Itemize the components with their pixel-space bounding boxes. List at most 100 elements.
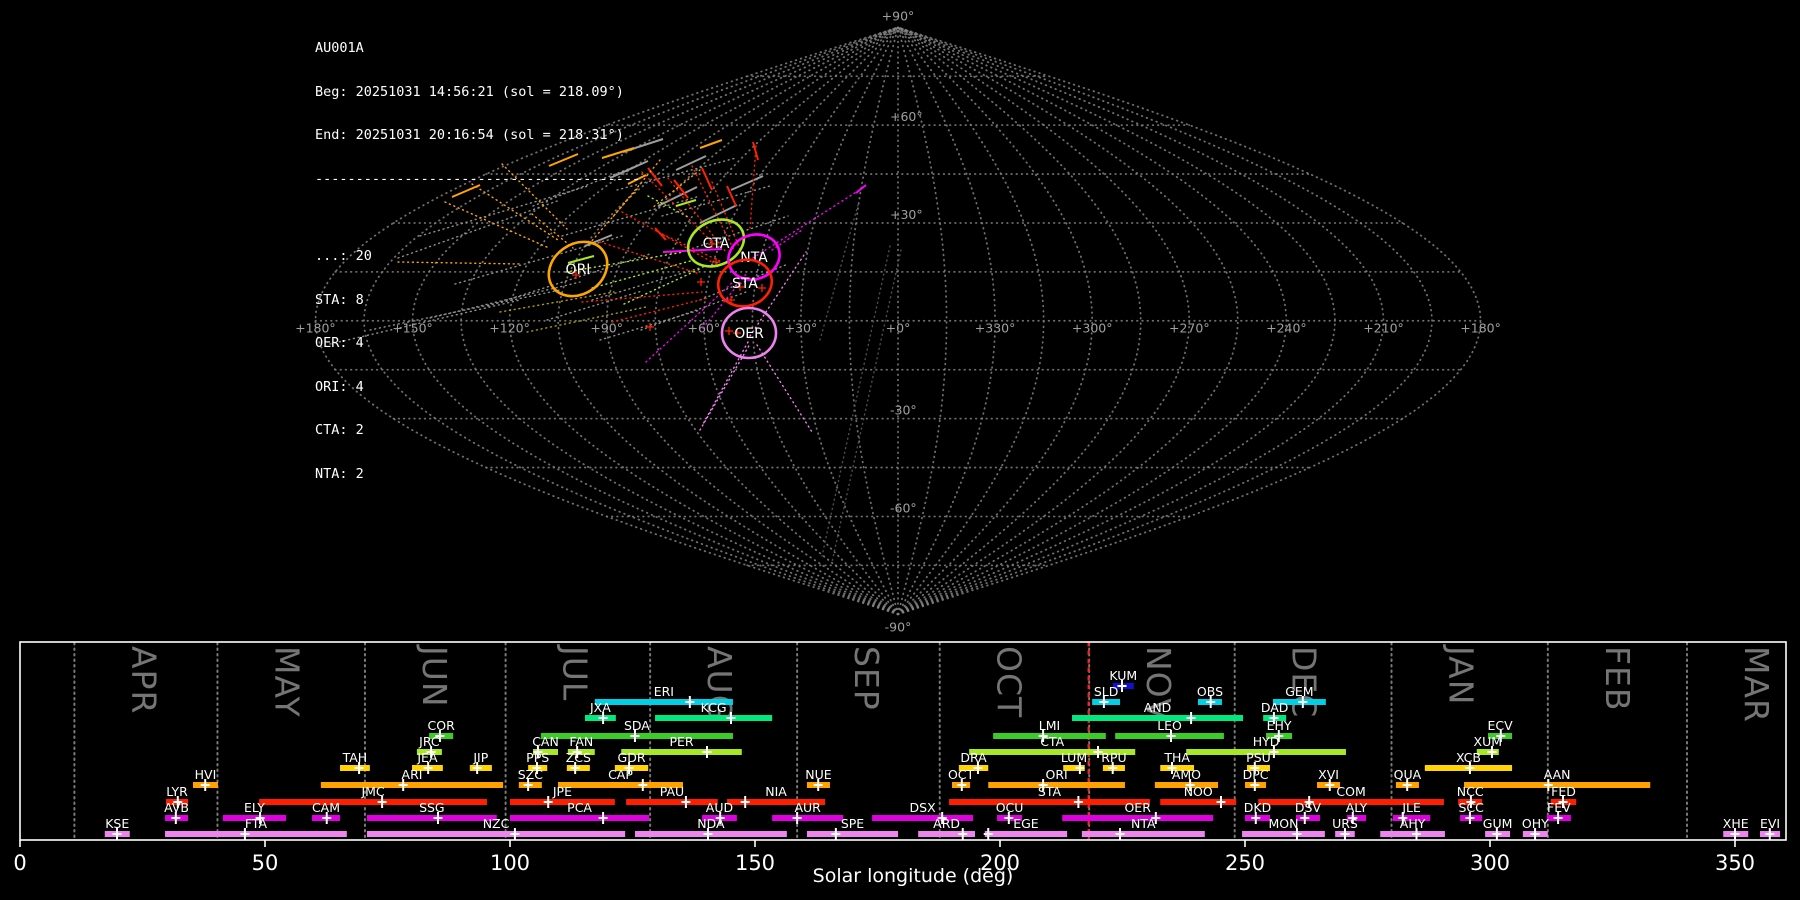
shower-label-FAN: FAN <box>569 734 593 749</box>
shower-bar-PAU <box>626 799 718 805</box>
shower-label-PCA: PCA <box>567 800 592 815</box>
meteor-trail <box>821 245 891 557</box>
shower-label-LEO: LEO <box>1157 718 1182 733</box>
shower-label-THA: THA <box>1163 750 1190 765</box>
shower-label-XVI: XVI <box>1318 767 1339 782</box>
shower-label-CAN: CAN <box>532 734 559 749</box>
shower-label-OCU: OCU <box>996 800 1024 815</box>
shower-label-AUD: AUD <box>706 800 733 815</box>
station-id: AU001A <box>315 40 364 56</box>
shower-label-EVI: EVI <box>1760 816 1780 831</box>
shower-label-XCB: XCB <box>1456 750 1481 765</box>
shower-label-FED: FED <box>1551 784 1576 799</box>
shower-label-PSU: PSU <box>1246 750 1271 765</box>
shower-label-KUM: KUM <box>1109 668 1137 683</box>
shower-label-KCG: KCG <box>701 700 727 715</box>
shower-bar-MON <box>1242 831 1325 837</box>
shower-label-GEM: GEM <box>1285 684 1313 699</box>
shower-bar-SPE <box>806 831 899 837</box>
shower-label-JLE: JLE <box>1401 800 1421 815</box>
shower-label-GUM: GUM <box>1483 816 1513 831</box>
meteor-trail <box>730 175 764 191</box>
shower-label-PAU: PAU <box>660 784 684 799</box>
shower-bar-JMC <box>259 799 487 805</box>
shower-label-OCT: OCT <box>948 767 975 782</box>
shower-label-JEA: JEA <box>416 750 438 765</box>
peak-marker-JPE <box>543 796 553 808</box>
shower-label-DPC: DPC <box>1243 767 1269 782</box>
meteor-trail <box>855 184 867 194</box>
shower-label-OHY: OHY <box>1522 816 1549 831</box>
shower-label-QUA: QUA <box>1394 767 1422 782</box>
shower-label-DRA: DRA <box>960 750 987 765</box>
screenshot-root: +180° +150° +120° +90° +60° +30° +0° +330° +300°… <box>0 0 1800 900</box>
x-tick-label-300: 300 <box>1470 851 1510 875</box>
longitude-label: +0° <box>886 320 911 335</box>
shower-label-SLD: SLD <box>1094 684 1119 699</box>
shower-label-CTA: CTA <box>1040 734 1064 749</box>
shower-label-FEV: FEV <box>1547 800 1571 815</box>
shower-label-COR: COR <box>428 718 456 733</box>
shower-label-ARI: ARI <box>402 767 423 782</box>
count-cta: CTA: 2 <box>315 422 364 438</box>
peak-marker-ERI <box>685 696 695 708</box>
radiant-plus-marker <box>725 327 733 335</box>
shower-bar-FTA <box>165 831 347 837</box>
latitude-label: -90° <box>885 619 912 634</box>
radiant-plus-marker <box>697 278 705 286</box>
shower-bar-NZC <box>366 831 626 837</box>
shower-label-CAP: CAP <box>608 767 633 782</box>
latitude-label: +30° <box>890 207 923 222</box>
meteor-trail <box>699 139 723 149</box>
month-label-JAN: JAN <box>1442 644 1481 705</box>
shower-label-COM: COM <box>1336 784 1365 799</box>
shower-ellipse-label-STA: STA <box>732 276 758 292</box>
shower-label-JRC: JRC <box>418 734 440 749</box>
shower-bar-SSG <box>366 815 497 821</box>
shower-label-NOO: NOO <box>1184 784 1213 799</box>
shower-label-PPS: PPS <box>526 750 549 765</box>
shower-label-AND: AND <box>1144 700 1172 715</box>
count-sta: STA: 8 <box>315 291 364 308</box>
begin-time-line: Beg: 20251031 14:56:21 (sol = 218.09°) <box>315 83 624 100</box>
shower-label-HYD: HYD <box>1253 734 1280 749</box>
shower-label-NZC: NZC <box>483 816 510 831</box>
longitude-label: +300° <box>1072 320 1113 335</box>
meteor-trail <box>701 167 713 191</box>
latitude-label: -30° <box>890 403 917 418</box>
shower-label-MON: MON <box>1268 816 1298 831</box>
shower-label-PER: PER <box>669 734 693 749</box>
shower-bar-PCA <box>510 815 650 821</box>
x-axis-label: Solar longitude (deg) <box>813 865 1014 887</box>
radiant-plus-marker <box>646 323 654 331</box>
x-tick-label-0: 0 <box>13 851 26 875</box>
shower-bar-KCG <box>655 715 773 721</box>
shower-bar-JPE <box>510 799 615 805</box>
plot-canvas: +180° +150° +120° +90° +60° +30° +0° +330° +300°… <box>13 8 1787 887</box>
shower-label-OER: OER <box>1124 800 1151 815</box>
shower-label-RPU: RPU <box>1101 750 1126 765</box>
latitude-label: -60° <box>890 500 917 515</box>
shower-label-XUM: XUM <box>1474 734 1503 749</box>
shower-label-EGE: EGE <box>1013 816 1039 831</box>
shower-label-SSG: SSG <box>419 800 445 815</box>
peak-marker-PER <box>702 746 712 758</box>
x-tick-label-150: 150 <box>735 851 775 875</box>
count-sporadic: ...: 20 <box>315 248 372 264</box>
peak-marker-AND <box>1186 712 1196 724</box>
peak-marker-STA <box>1073 796 1083 808</box>
count-oer: OER: 4 <box>315 335 364 351</box>
shower-label-JMC: JMC <box>360 784 384 799</box>
shower-label-XHE: XHE <box>1723 816 1749 831</box>
month-label-JUN: JUN <box>415 644 454 708</box>
shower-label-STA: STA <box>1038 784 1062 799</box>
shower-label-HVI: HVI <box>195 767 217 782</box>
longitude-label: +210° <box>1363 320 1404 335</box>
longitude-label: +330° <box>975 320 1016 335</box>
shower-label-SPE: SPE <box>841 816 864 831</box>
shower-label-ECV: ECV <box>1487 718 1513 733</box>
shower-label-NUE: NUE <box>805 767 831 782</box>
month-label-MAR: MAR <box>1737 646 1776 723</box>
shower-label-AVB: AVB <box>164 800 189 815</box>
shower-bar-STA <box>949 799 1150 805</box>
